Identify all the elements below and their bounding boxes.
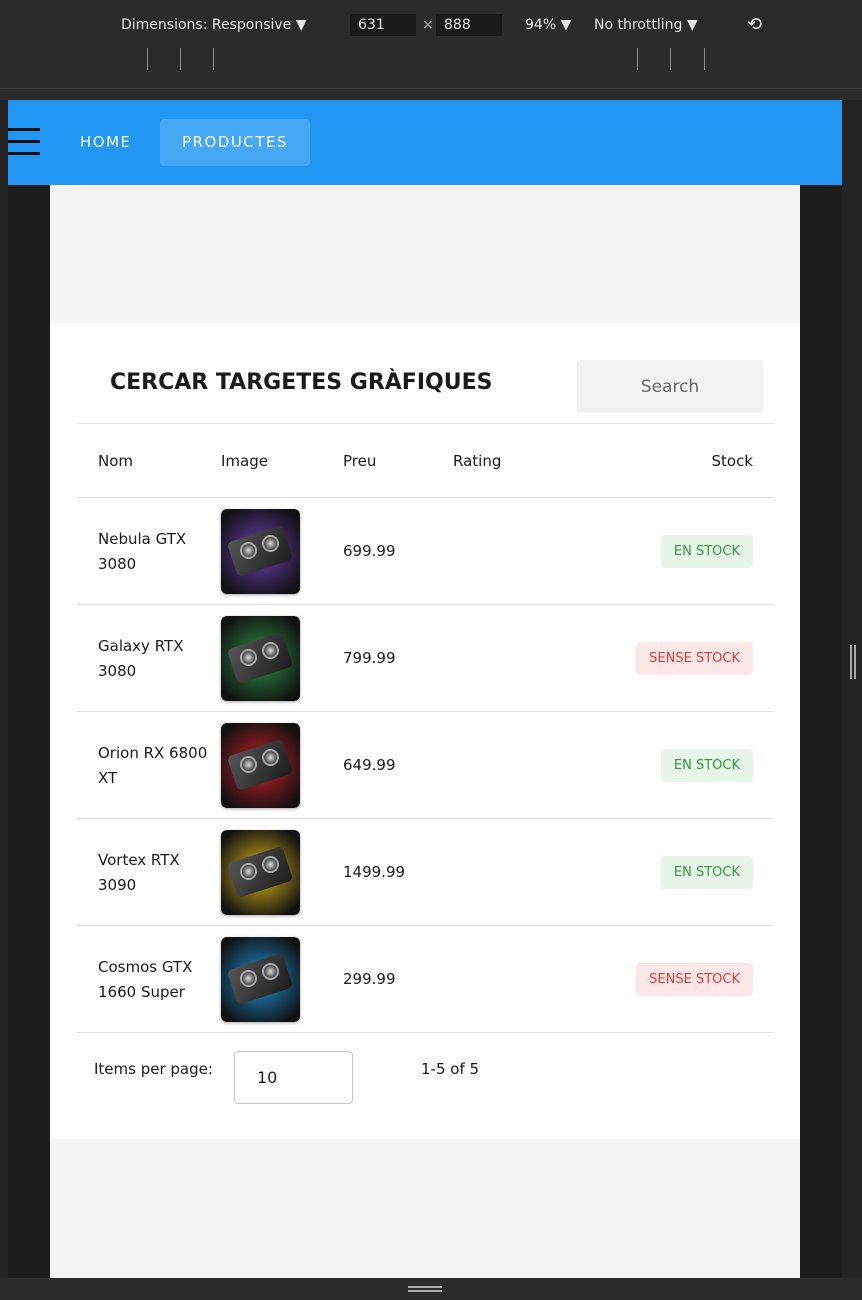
product-price: 649.99 xyxy=(343,756,396,774)
table-row[interactable]: Cosmos GTX 1660 Super 299.99 SENSE STOCK xyxy=(77,926,774,1033)
gpu-image xyxy=(221,509,300,594)
gpu-board xyxy=(226,738,294,792)
height-input[interactable]: 888 xyxy=(436,14,502,36)
product-name: Vortex RTX 3090 xyxy=(98,850,180,894)
resize-bar-bottom xyxy=(0,1278,862,1300)
product-price: 799.99 xyxy=(343,649,396,667)
page-title: CERCAR TARGETES GRÀFIQUES xyxy=(110,370,493,395)
product-name: Orion RX 6800 XT xyxy=(98,743,208,787)
stock-badge: SENSE STOCK xyxy=(636,642,753,675)
product-image xyxy=(221,509,300,594)
product-image xyxy=(221,723,300,808)
media-query-ruler xyxy=(0,48,862,100)
fan-icon xyxy=(240,756,257,773)
width-input[interactable]: 631 xyxy=(350,14,416,36)
pagination-range: 1-5 of 5 xyxy=(421,1060,480,1078)
product-image xyxy=(221,937,300,1022)
fan-icon xyxy=(240,649,257,666)
table-row[interactable]: Galaxy RTX 3080 799.99 SENSE STOCK xyxy=(77,605,774,712)
dimension-separator: × xyxy=(422,17,434,33)
resize-handle-bottom[interactable] xyxy=(408,1286,442,1292)
fan-icon xyxy=(240,970,257,987)
fan-icon xyxy=(240,863,257,880)
gpu-board xyxy=(226,631,294,685)
product-name: Cosmos GTX 1660 Super xyxy=(98,957,193,1001)
header-price[interactable]: Preu xyxy=(343,452,376,470)
product-price: 1499.99 xyxy=(343,863,406,881)
devtools-toolbar: Dimensions: Responsive ▼ 631 × 888 94% ▼… xyxy=(0,0,862,48)
items-per-page-label: Items per page: xyxy=(94,1060,213,1078)
product-name: Nebula GTX 3080 xyxy=(98,529,187,573)
fan-icon xyxy=(262,856,279,873)
gpu-board xyxy=(226,524,294,578)
dimensions-dropdown[interactable]: Dimensions: Responsive ▼ xyxy=(121,14,307,36)
header-name[interactable]: Nom xyxy=(98,452,133,470)
rotate-icon[interactable]: ⟲ xyxy=(747,14,762,36)
gpu-board xyxy=(226,845,294,899)
table-header: Nom Image Preu Rating Stock xyxy=(77,423,774,498)
fan-icon xyxy=(262,535,279,552)
stock-badge: EN STOCK xyxy=(660,856,753,889)
header-rating[interactable]: Rating xyxy=(453,452,501,470)
menu-icon[interactable] xyxy=(8,126,40,158)
header-image: Image xyxy=(221,452,268,470)
product-image xyxy=(221,616,300,701)
stock-badge: EN STOCK xyxy=(660,535,753,568)
stock-badge: EN STOCK xyxy=(660,749,753,782)
gpu-board xyxy=(226,952,294,1006)
gpu-image xyxy=(221,616,300,701)
items-per-page-select[interactable]: 10 xyxy=(234,1051,353,1104)
gpu-image xyxy=(221,937,300,1022)
device-viewport: HOME PRODUCTES CERCAR TARGETES GRÀFIQUES… xyxy=(8,100,842,1278)
fan-icon xyxy=(262,963,279,980)
product-price: 299.99 xyxy=(343,970,396,988)
gpu-image xyxy=(221,723,300,808)
header-stock[interactable]: Stock xyxy=(711,452,753,470)
zoom-dropdown[interactable]: 94% ▼ xyxy=(525,14,571,36)
throttling-dropdown[interactable]: No throttling ▼ xyxy=(594,14,698,36)
table-row[interactable]: Orion RX 6800 XT 649.99 EN STOCK xyxy=(77,712,774,819)
product-price: 699.99 xyxy=(343,542,396,560)
resize-handle-right[interactable] xyxy=(850,645,856,679)
fan-icon xyxy=(240,542,257,559)
stock-badge: SENSE STOCK xyxy=(636,963,753,996)
fan-icon xyxy=(262,642,279,659)
search-input[interactable] xyxy=(577,360,763,413)
fan-icon xyxy=(262,749,279,766)
nav-products[interactable]: PRODUCTES xyxy=(160,119,310,166)
table-row[interactable]: Nebula GTX 3080 699.99 EN STOCK xyxy=(77,498,774,605)
product-image xyxy=(221,830,300,915)
viewport-gutter-left xyxy=(8,185,50,1278)
product-name: Galaxy RTX 3080 xyxy=(98,636,184,680)
products-table: Nom Image Preu Rating Stock Nebula GTX 3… xyxy=(77,423,774,1033)
gpu-image xyxy=(221,830,300,915)
viewport-gutter-right xyxy=(800,185,842,1278)
table-row[interactable]: Vortex RTX 3090 1499.99 EN STOCK xyxy=(77,819,774,926)
nav-home[interactable]: HOME xyxy=(58,119,154,166)
navbar: HOME PRODUCTES xyxy=(8,100,842,185)
